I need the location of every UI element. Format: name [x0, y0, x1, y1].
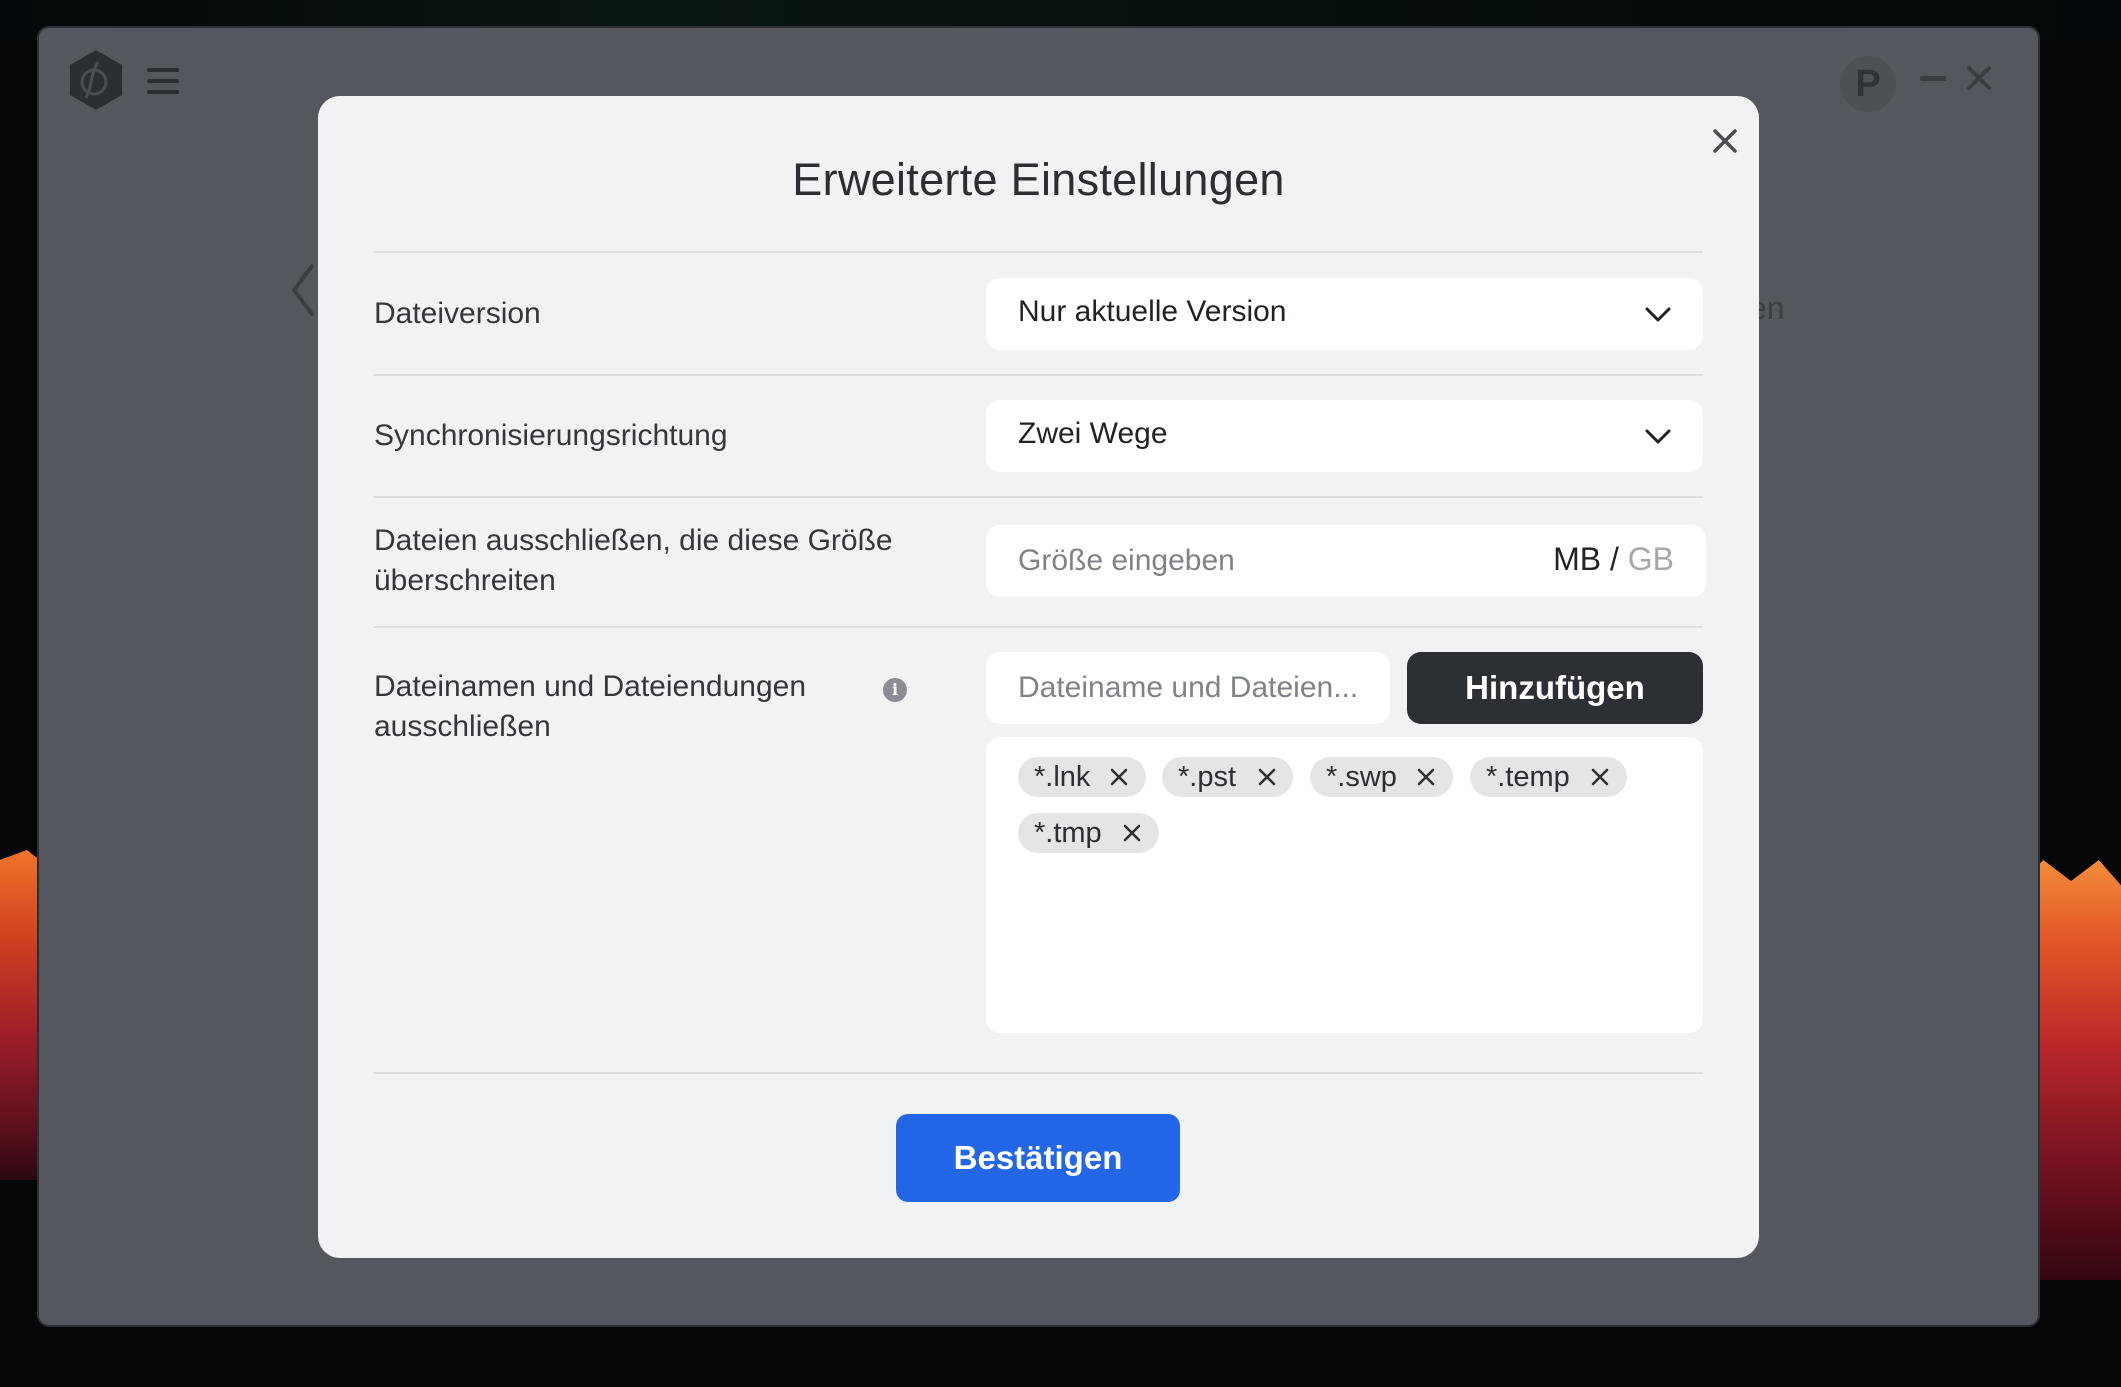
tag-label: *.swp: [1326, 761, 1397, 793]
tag-chip: *.swp: [1310, 757, 1453, 797]
exclude-size-label-line2: überschreiten: [374, 564, 556, 597]
exclude-names-label: Dateinamen und Dateiendungen ausschließe…: [374, 667, 806, 747]
info-icon[interactable]: i: [883, 678, 907, 702]
file-version-label: Dateiversion: [374, 297, 541, 330]
divider: [373, 626, 1703, 628]
exclude-names-label-line1: Dateinamen und Dateiendungen: [374, 670, 806, 703]
window-close-icon[interactable]: [1963, 62, 1995, 94]
sync-direction-value: Zwei Wege: [1018, 417, 1168, 450]
unit-separator: /: [1609, 541, 1628, 577]
exclude-size-label-line1: Dateien ausschließen, die diese Größe: [374, 524, 893, 557]
dialog-title: Erweiterte Einstellungen: [792, 154, 1285, 205]
sync-direction-select[interactable]: Zwei Wege: [986, 400, 1703, 472]
size-input-placeholder: Größe eingeben: [1018, 544, 1235, 577]
user-avatar[interactable]: P: [1840, 56, 1896, 112]
tag-label: *.tmp: [1034, 817, 1102, 849]
tag-label: *.lnk: [1034, 761, 1091, 793]
tag-label: *.temp: [1486, 761, 1570, 793]
unit-gb-option[interactable]: GB: [1628, 541, 1674, 577]
chevron-down-icon: [1643, 300, 1673, 330]
tag-chip: *.lnk: [1018, 757, 1146, 797]
remove-tag-icon[interactable]: [1106, 757, 1132, 797]
add-button[interactable]: Hinzufügen: [1407, 652, 1703, 724]
tag-chip: *.tmp: [1018, 813, 1159, 853]
file-version-select[interactable]: Nur aktuelle Version: [986, 278, 1703, 350]
tag-chip: *.temp: [1470, 757, 1627, 797]
size-input[interactable]: Größe eingeben MB / GB: [986, 525, 1706, 597]
remove-tag-icon[interactable]: [1587, 757, 1613, 797]
filename-input[interactable]: Dateiname und Dateien...: [986, 652, 1390, 724]
divider: [373, 496, 1703, 498]
divider: [373, 251, 1703, 253]
app-logo-icon: [64, 48, 128, 112]
advanced-settings-dialog: Erweiterte Einstellungen Dateiversion Nu…: [318, 96, 1759, 1258]
confirm-button[interactable]: Bestätigen: [896, 1114, 1180, 1202]
filename-input-placeholder: Dateiname und Dateien...: [1018, 671, 1359, 704]
exclude-size-label: Dateien ausschließen, die diese Größe üb…: [374, 521, 893, 601]
exclude-names-label-line2: ausschließen: [374, 710, 551, 743]
remove-tag-icon[interactable]: [1413, 757, 1439, 797]
excluded-tags-box: *.lnk *.pst *.swp *.temp *.tmp: [986, 737, 1703, 1033]
divider: [373, 1072, 1703, 1074]
hamburger-menu-icon[interactable]: [147, 68, 179, 94]
sync-direction-label: Synchronisierungsrichtung: [374, 419, 728, 452]
tag-label: *.pst: [1178, 761, 1237, 793]
file-version-value: Nur aktuelle Version: [1018, 295, 1287, 328]
tag-chip: *.pst: [1162, 757, 1293, 797]
unit-toggle: MB / GB: [1553, 541, 1674, 578]
divider: [373, 374, 1703, 376]
minimize-icon[interactable]: [1920, 76, 1946, 81]
remove-tag-icon[interactable]: [1119, 813, 1145, 853]
chevron-down-icon: [1643, 422, 1673, 452]
remove-tag-icon[interactable]: [1254, 757, 1280, 797]
unit-mb-option[interactable]: MB: [1553, 541, 1601, 577]
